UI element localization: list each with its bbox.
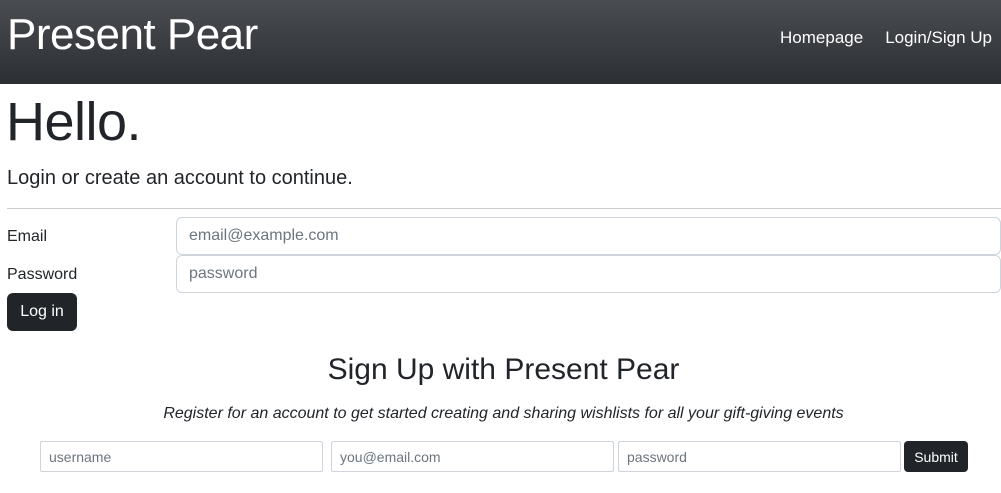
signup-submit-button[interactable]: Submit — [904, 441, 968, 472]
nav-link-login-signup[interactable]: Login/Sign Up — [885, 28, 992, 48]
nav-links: Homepage Login/Sign Up — [780, 28, 992, 48]
page-title: Hello. — [6, 92, 142, 152]
email-label: Email — [7, 228, 48, 245]
signup-title: Sign Up with Present Pear — [327, 353, 680, 386]
signup-password-input[interactable] — [618, 441, 901, 472]
signup-subtitle: Register for an account to get started c… — [163, 405, 844, 422]
password-field[interactable] — [176, 255, 1001, 293]
page-subtitle: Login or create an account to continue. — [7, 167, 353, 189]
signup-username-input[interactable] — [40, 441, 323, 472]
navbar: Present Pear Homepage Login/Sign Up — [0, 0, 1001, 84]
brand-link[interactable]: Present Pear — [7, 9, 258, 61]
signup-email-input[interactable] — [331, 441, 614, 472]
divider — [7, 208, 1001, 209]
password-label: Password — [7, 266, 78, 283]
login-button[interactable]: Log in — [7, 293, 77, 331]
email-field[interactable] — [176, 217, 1001, 255]
nav-link-homepage[interactable]: Homepage — [780, 28, 863, 48]
